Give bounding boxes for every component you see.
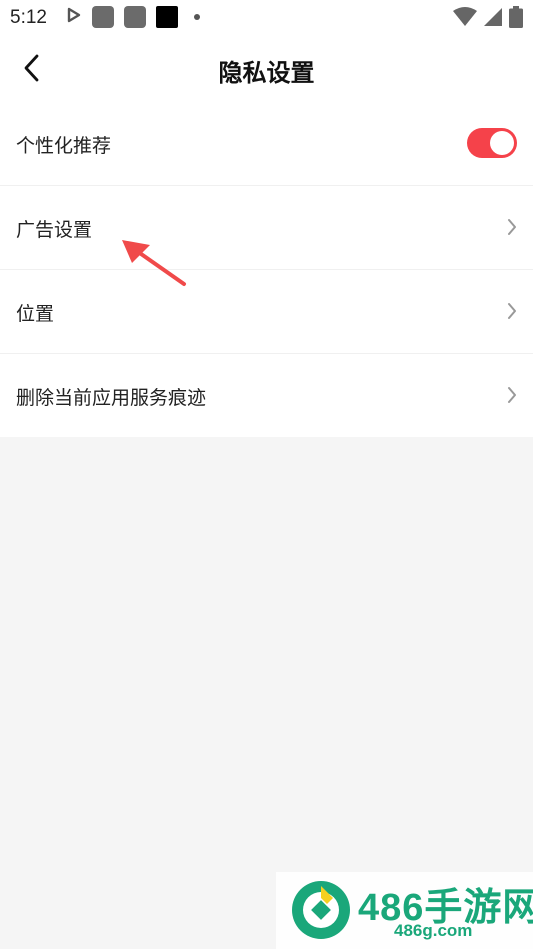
setting-label: 位置 [16,304,55,325]
chevron-right-icon [507,218,517,241]
toggle-knob [490,131,514,155]
status-time: 5:12 [10,7,47,28]
more-dot-icon [194,14,200,20]
setting-location[interactable]: 位置 [0,270,533,354]
wifi-icon [453,7,477,32]
chevron-right-icon [507,302,517,325]
setting-label: 广告设置 [16,220,93,241]
watermark-logo-icon [290,878,352,947]
page-title: 隐私设置 [218,60,315,87]
setting-delete-service-traces[interactable]: 删除当前应用服务痕迹 [0,354,533,437]
settings-list: 个性化推荐 广告设置 位置 删除当前应用服务痕迹 [0,102,533,437]
setting-personalized-recommendation[interactable]: 个性化推荐 [0,102,533,186]
status-icons-left [66,6,200,28]
status-icons-right [453,6,523,33]
cellular-signal-icon [483,7,503,32]
chevron-right-icon [507,386,517,409]
status-bar: 5:12 [0,0,533,36]
setting-ad-settings[interactable]: 广告设置 [0,186,533,270]
watermark-url: 486g.com [394,921,473,940]
app-notification-icon [124,6,146,28]
setting-label: 删除当前应用服务痕迹 [16,388,207,409]
app-notification-icon [156,6,178,28]
red-arrow-icon [118,235,188,292]
watermark: 486手游网 486g.com [276,872,533,949]
battery-icon [509,6,523,33]
personalized-recommendation-toggle[interactable] [467,128,517,158]
app-notification-icon [92,6,114,28]
setting-label: 个性化推荐 [16,136,112,157]
app-header: 隐私设置 [0,36,533,102]
play-store-icon [66,7,82,28]
